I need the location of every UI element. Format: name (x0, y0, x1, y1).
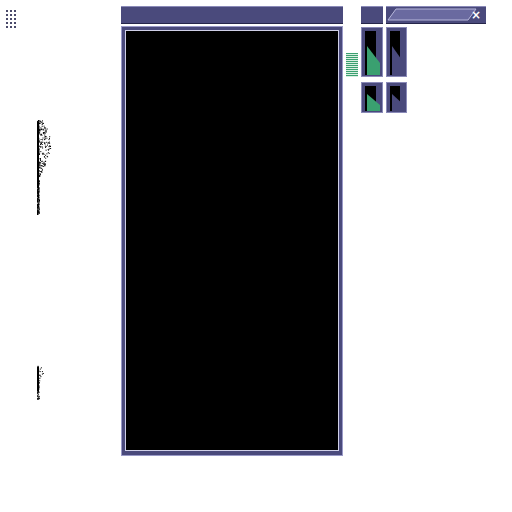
grip-dot (6, 10, 8, 12)
grip-dot (10, 18, 12, 20)
slider-piece (386, 27, 407, 77)
grip-dot (14, 22, 16, 24)
piece-shape-icon (362, 83, 383, 113)
slider-piece (386, 82, 407, 113)
title-bar (121, 6, 343, 24)
piece-shape-icon (362, 28, 383, 77)
close-bar[interactable]: × (386, 6, 486, 24)
grip-dot (6, 14, 8, 16)
slider-piece (361, 82, 383, 113)
grip-dot (14, 26, 16, 28)
grip-dot (14, 14, 16, 16)
piece-shape-icon (387, 83, 407, 113)
main-frame (121, 26, 343, 456)
grip-dot (6, 22, 8, 24)
piece-shape-icon (387, 28, 407, 77)
grip-dot (6, 26, 8, 28)
striped-meter (346, 53, 358, 77)
grip-dot (10, 26, 12, 28)
grip-dot (14, 10, 16, 12)
display-area (125, 30, 339, 451)
close-button[interactable]: × (471, 8, 481, 22)
slider-piece (361, 27, 383, 77)
grip-dot (10, 14, 12, 16)
grip-dot (6, 18, 8, 20)
small-button[interactable] (361, 6, 383, 24)
grip-dot (14, 18, 16, 20)
grip-icon (6, 10, 16, 28)
speckle-shape (37, 365, 45, 400)
grip-dot (10, 10, 12, 12)
speckle-shape (37, 120, 53, 215)
grip-dot (10, 22, 12, 24)
